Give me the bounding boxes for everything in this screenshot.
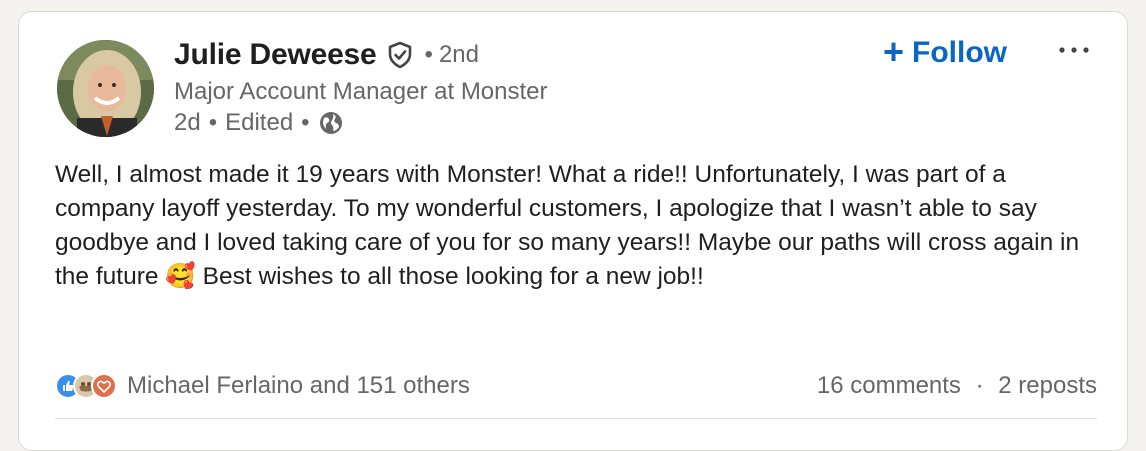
edited-label: Edited [225,109,294,136]
author-headline: Major Account Manager at Monster [174,78,548,105]
globe-icon [318,110,344,136]
divider [55,418,1097,419]
engagement-counts: 16 comments · 2 reposts [817,372,1097,400]
counts-separator: · [975,372,984,399]
follow-label: Follow [912,36,1008,69]
avatar[interactable] [57,40,154,137]
reaction-icons [55,373,117,399]
follow-button[interactable]: + Follow [883,30,1008,72]
post-time: 2d [174,109,201,136]
reactions-summary[interactable]: Michael Ferlaino and 151 others [55,372,470,400]
ellipsis-icon[interactable] [1056,38,1092,62]
comments-count[interactable]: 16 comments [817,372,961,399]
meta-separator: • [208,109,218,136]
shield-check-icon [387,41,413,69]
reactions-text: Michael Ferlaino and 151 others [127,372,470,399]
post-body: Well, I almost made it 19 years with Mon… [55,161,1080,290]
love-icon [91,373,117,399]
meta-separator: • [301,109,310,136]
plus-icon: + [883,30,905,72]
post-card: Julie Deweese • 2nd Major Account Manage… [18,11,1128,451]
post-meta: 2d • Edited • [174,109,344,137]
degree-separator: • [424,41,433,68]
author-line: Julie Deweese • 2nd [174,38,479,72]
author-name[interactable]: Julie Deweese [174,38,377,72]
reposts-count[interactable]: 2 reposts [998,372,1097,399]
connection-degree: 2nd [438,41,479,68]
